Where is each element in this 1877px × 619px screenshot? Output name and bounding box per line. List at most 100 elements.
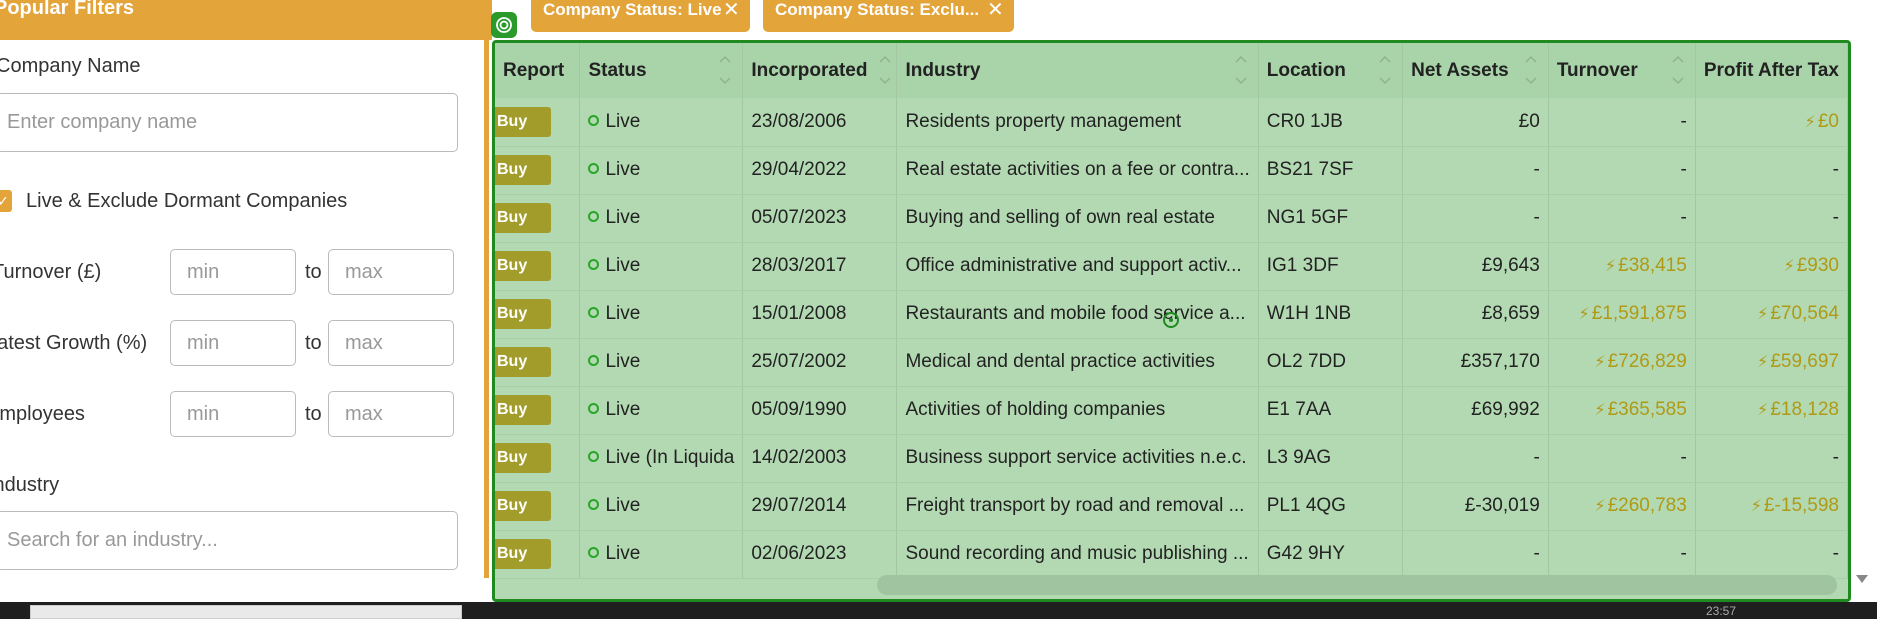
table-row[interactable]: Buy Live 28/03/2017 Office administrative a… xyxy=(495,242,1848,291)
sort-arrows-icon[interactable] xyxy=(718,53,732,87)
table-row[interactable]: Buy Live 29/07/2014 Freight transport by ro… xyxy=(495,482,1848,531)
turnover-value: £1,591,875 xyxy=(1591,303,1687,324)
status-dot-icon xyxy=(588,451,600,462)
profit-value: £0 xyxy=(1817,110,1839,132)
status-text: Live xyxy=(605,159,641,180)
lightning-icon: ⚡︎ xyxy=(1757,354,1769,371)
turnover-cell: - xyxy=(1548,194,1696,243)
buy-report-button[interactable]: Buy xyxy=(495,443,551,473)
report-cell: Buy xyxy=(495,290,581,339)
turnover-cell: ⚡︎ £1,591,875 xyxy=(1548,290,1696,339)
column-header-report[interactable]: Report xyxy=(495,43,581,98)
incorporated-cell: 29/07/2014 xyxy=(742,482,898,531)
chip-company-status-exclude: Company Status: Exclu... ✕ xyxy=(763,0,1014,32)
location-cell: BS21 7SF xyxy=(1258,146,1404,195)
status-dot-icon xyxy=(588,163,600,174)
turnover-label: Turnover (£) xyxy=(0,261,102,283)
buy-report-button[interactable]: Buy xyxy=(495,251,551,281)
horizontal-scrollbar[interactable] xyxy=(877,575,1837,595)
column-header-net-assets[interactable]: Net Assets xyxy=(1402,43,1549,98)
location-cell: PL1 4QG xyxy=(1258,482,1404,531)
growth-max-input[interactable] xyxy=(328,320,454,366)
profit-value: £-15,598 xyxy=(1763,495,1839,516)
incorporated-cell: 28/03/2017 xyxy=(742,242,898,291)
buy-report-button[interactable]: Buy xyxy=(495,106,551,137)
profit-after-tax-cell: ⚡︎ £-15,598 xyxy=(1695,482,1848,531)
location-cell: NG1 5GF xyxy=(1258,194,1404,243)
employees-label: Employees xyxy=(0,403,85,425)
column-header-profit-after-tax[interactable]: Profit After Tax xyxy=(1695,43,1848,98)
buy-report-button[interactable]: Buy xyxy=(495,539,551,569)
growth-min-input[interactable] xyxy=(170,320,296,366)
sort-arrows-icon[interactable] xyxy=(1671,53,1685,87)
employees-min-input[interactable] xyxy=(170,391,296,437)
status-dot-icon xyxy=(588,307,600,318)
report-cell: Buy xyxy=(495,146,581,195)
scroll-down-icon[interactable] xyxy=(1855,573,1869,585)
table-row[interactable]: Buy Live 05/07/2023 Buying and selling of o… xyxy=(495,194,1848,243)
column-header-turnover[interactable]: Turnover xyxy=(1548,43,1696,98)
live-exclude-dormant-label: Live & Exclude Dormant Companies xyxy=(26,190,348,212)
incorporated-cell: 14/02/2003 xyxy=(742,434,898,483)
turnover-cell: - xyxy=(1548,146,1696,195)
turnover-cell: - xyxy=(1548,98,1696,147)
sort-arrows-icon[interactable] xyxy=(878,53,892,87)
close-icon[interactable]: ✕ xyxy=(987,0,1004,20)
net-assets-cell: £357,170 xyxy=(1402,338,1549,387)
lightning-icon: ⚡︎ xyxy=(1750,498,1762,515)
live-exclude-dormant-checkbox[interactable]: ✓ xyxy=(0,190,12,212)
panel-scroll-edge[interactable] xyxy=(484,40,489,578)
net-assets-cell: - xyxy=(1402,530,1549,579)
table-row[interactable]: Buy Live (In Liquida 14/02/2003 Business su… xyxy=(495,434,1848,483)
status-dot-icon xyxy=(588,355,600,366)
status-dot-icon xyxy=(588,114,600,126)
turnover-value: £365,585 xyxy=(1607,399,1687,420)
taskbar-search[interactable] xyxy=(30,605,462,619)
profit-value: £930 xyxy=(1796,255,1839,276)
turnover-value: - xyxy=(1680,543,1687,564)
status-dot-icon xyxy=(588,211,600,222)
turnover-min-input[interactable] xyxy=(170,249,296,295)
net-assets-cell: - xyxy=(1402,146,1549,195)
employees-max-input[interactable] xyxy=(328,391,454,437)
table-row[interactable]: Buy Live 25/07/2002 Medical and dental prac… xyxy=(495,338,1848,387)
profit-value: - xyxy=(1832,207,1839,228)
column-header-industry[interactable]: Industry xyxy=(896,43,1259,98)
column-header-incorporated[interactable]: Incorporated xyxy=(742,43,898,98)
buy-report-button[interactable]: Buy xyxy=(495,203,551,233)
table-row[interactable]: Buy Live 05/09/1990 Activities of holding c… xyxy=(495,386,1848,435)
status-dot-icon xyxy=(588,403,600,414)
buy-report-button[interactable]: Buy xyxy=(495,347,551,377)
turnover-max-input[interactable] xyxy=(328,249,454,295)
chip-label: Company Status: Exclu... xyxy=(775,0,980,19)
report-cell: Buy xyxy=(495,386,581,435)
sort-arrows-icon[interactable] xyxy=(1378,53,1392,87)
company-name-input[interactable] xyxy=(0,93,458,152)
cursor-target-icon xyxy=(1163,312,1179,328)
buy-report-button[interactable]: Buy xyxy=(495,155,551,185)
table-row[interactable]: Buy Live 02/06/2023 Sound recording and mus… xyxy=(495,530,1848,579)
status-text: Live xyxy=(605,255,641,276)
buy-report-button[interactable]: Buy xyxy=(495,395,551,425)
column-header-location[interactable]: Location xyxy=(1258,43,1404,98)
net-assets-cell: £69,992 xyxy=(1402,386,1549,435)
column-header-status[interactable]: Status xyxy=(579,43,744,98)
buy-report-button[interactable]: Buy xyxy=(495,491,551,521)
buy-report-button[interactable]: Buy xyxy=(495,299,551,329)
status-dot-icon xyxy=(588,547,600,558)
profit-after-tax-cell: ⚡︎ £930 xyxy=(1695,242,1848,291)
lightning-icon: ⚡︎ xyxy=(1783,258,1795,275)
column-label: Industry xyxy=(905,59,981,81)
industry-search-input[interactable] xyxy=(0,511,458,570)
sort-arrows-icon[interactable] xyxy=(1524,53,1538,87)
close-icon[interactable]: ✕ xyxy=(723,0,740,20)
sort-arrows-icon[interactable] xyxy=(1234,53,1248,87)
table-row[interactable]: Buy Live 29/04/2022 Real estate activities … xyxy=(495,146,1848,195)
turnover-cell: - xyxy=(1548,434,1696,483)
location-cell: G42 9HY xyxy=(1258,530,1404,579)
table-row[interactable]: Buy Live 23/08/2006 Residents property mana… xyxy=(495,98,1848,147)
report-cell: Buy xyxy=(495,482,581,531)
status-cell: Live xyxy=(579,530,744,579)
target-icon[interactable] xyxy=(491,12,517,38)
net-assets-cell: - xyxy=(1402,194,1549,243)
